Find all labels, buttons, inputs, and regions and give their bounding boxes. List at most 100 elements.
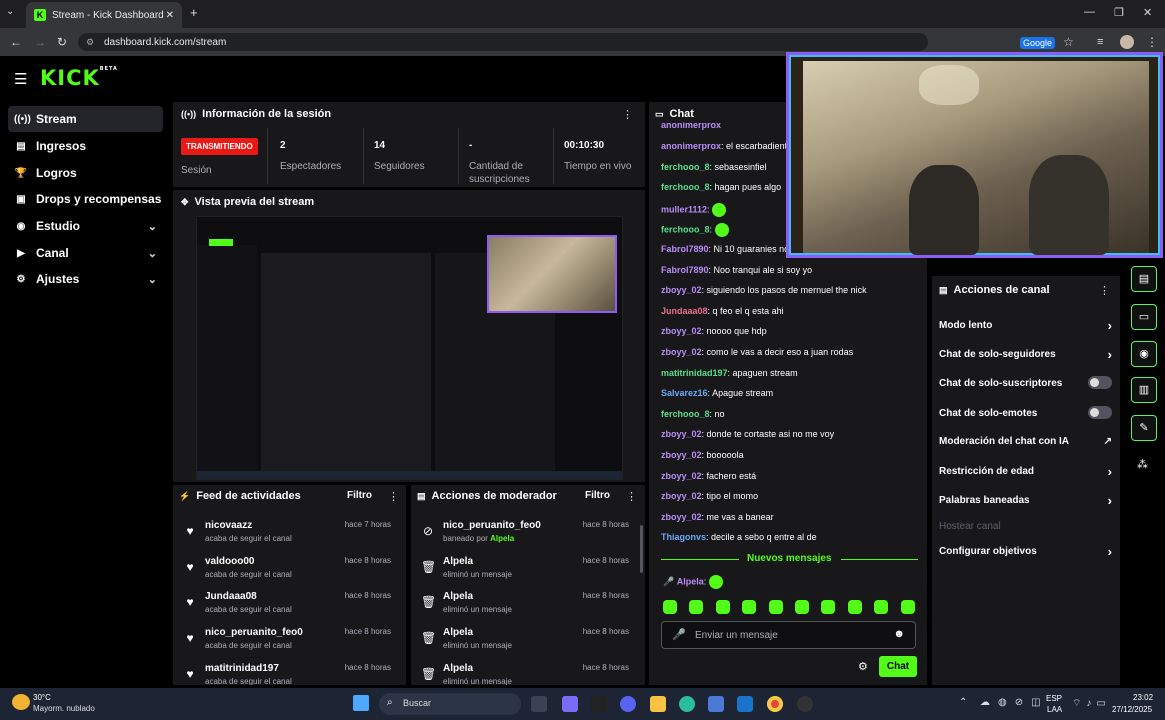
bookmark-star-icon[interactable]: ☆ <box>1063 35 1074 49</box>
chat-message[interactable]: anonimerprox: el escarbadiente <box>661 141 792 151</box>
chat-message[interactable]: anonimerprox <box>661 122 721 130</box>
close-window-button[interactable]: ✕ <box>1143 6 1152 19</box>
chat-username[interactable]: zboyy_02 <box>661 471 702 481</box>
action-subscribers-only[interactable]: Chat de solo-suscriptores <box>939 376 1114 389</box>
microphone-icon[interactable]: 🎤 <box>672 628 686 641</box>
chat-message[interactable]: Salvarez16: Apague stream <box>661 388 773 398</box>
chat-username[interactable]: Fabrol7890 <box>661 265 709 275</box>
outlook-icon[interactable] <box>737 696 753 712</box>
new-messages-divider[interactable]: Nuevos mensajes <box>661 553 918 565</box>
action-configure-goals[interactable]: Configurar objetivos › <box>939 544 1114 559</box>
edge-icon[interactable] <box>679 696 695 712</box>
list-item[interactable]: ⊘ nico_peruanito_feo0 baneado por Alpela ha… <box>411 520 639 556</box>
chat-message[interactable]: ferchooo_8: sebasesinfiel <box>661 162 767 172</box>
weather-icon[interactable] <box>12 694 30 710</box>
chat-message[interactable]: Fabrol7890: Noo tranqui ale si soy yo <box>661 265 812 275</box>
chat-message[interactable]: zboyy_02: como le vas a decir eso a juan… <box>661 347 853 357</box>
action-age-restriction[interactable]: Restricción de edad › <box>939 464 1114 479</box>
chat-username[interactable]: zboyy_02 <box>661 429 702 439</box>
chat-icon[interactable]: ▭ <box>1131 304 1157 330</box>
chat-message[interactable]: muller1112: <box>661 202 727 217</box>
discord-icon[interactable] <box>620 696 636 712</box>
chat-username[interactable]: zboyy_02 <box>661 450 702 460</box>
chat-username[interactable]: zboyy_02 <box>661 285 702 295</box>
weather-temp[interactable]: 30°C <box>33 693 51 702</box>
chat-username[interactable]: ferchooo_8 <box>661 162 710 172</box>
chat-settings-icon[interactable]: ⚙ <box>858 660 868 673</box>
url-field[interactable]: ⚙ dashboard.kick.com/stream <box>78 33 928 51</box>
moderator-menu-icon[interactable]: ⋮ <box>626 490 637 503</box>
list-item[interactable]: 🗑 Alpela eliminó un mensaje hace 8 horas <box>411 663 639 685</box>
start-button[interactable] <box>353 695 369 711</box>
language-secondary[interactable]: LAA <box>1047 705 1062 714</box>
emote-button[interactable] <box>847 600 862 614</box>
list-item[interactable]: 🗑 Alpela eliminó un mensaje hace 8 horas <box>411 556 639 592</box>
chat-username[interactable]: Thiagonvs <box>661 532 706 542</box>
chat-message[interactable]: zboyy_02: me vas a banear <box>661 512 774 522</box>
action-ai-moderation[interactable]: Moderación del chat con IA ↗ <box>939 436 1114 447</box>
moderator-filter-button[interactable]: Filtro <box>585 490 610 501</box>
broadcast-icon[interactable]: ◉ <box>1131 341 1157 367</box>
sidebar-item-stream[interactable]: ((•)) Stream <box>8 106 163 132</box>
chat-message[interactable]: zboyy_02: donde te cortaste asi no me vo… <box>661 429 834 439</box>
chat-username[interactable]: muller1112 <box>661 204 707 214</box>
reload-button[interactable]: ↻ <box>57 35 67 49</box>
chat-message[interactable]: zboyy_02: fachero está <box>661 471 756 481</box>
list-item[interactable]: 🗑 Alpela eliminó un mensaje hace 8 horas <box>411 627 639 663</box>
close-tab-icon[interactable]: ✕ <box>166 10 174 21</box>
emote-button[interactable] <box>663 600 677 614</box>
tab-list-button[interactable]: ⌄ <box>6 6 14 17</box>
activity-filter-button[interactable]: Filtro <box>347 490 372 501</box>
emote-button[interactable] <box>715 600 730 614</box>
sidebar-item-logros[interactable]: 🏆 Logros <box>8 160 163 186</box>
emote-button[interactable] <box>689 600 704 614</box>
chat-username[interactable]: Fabrol7890 <box>661 244 709 254</box>
list-item[interactable]: ♥ Jundaaa08 acaba de seguir el canal hace 8… <box>173 591 401 627</box>
forward-button[interactable]: → <box>34 35 46 49</box>
emote-button[interactable] <box>768 600 783 614</box>
epic-games-icon[interactable] <box>591 696 607 712</box>
profile-avatar[interactable] <box>1120 35 1134 49</box>
chat-message[interactable]: zboyy_02: booooola <box>661 450 744 460</box>
taskview-icon[interactable] <box>531 696 547 712</box>
action-emotes-only[interactable]: Chat de solo-emotes <box>939 406 1114 419</box>
stream-preview-video[interactable] <box>196 216 623 480</box>
chat-username[interactable]: ferchooo_8 <box>661 225 710 235</box>
chat-message[interactable]: ferchooo_8: <box>661 223 729 238</box>
clock-date[interactable]: 27/12/2025 <box>1112 705 1152 714</box>
store-icon[interactable] <box>708 696 724 712</box>
action-followers-only[interactable]: Chat de solo-seguidores › <box>939 347 1114 362</box>
chat-message[interactable]: Thiagonvs: decile a sebo q entre al de <box>661 532 817 542</box>
emote-button[interactable] <box>874 600 889 614</box>
sidebar-item-canal[interactable]: ▶ Canal ⌄ <box>8 240 163 266</box>
chat-message[interactable]: Fabrol7890: Ni 10 guaranies nos <box>661 244 794 254</box>
kick-logo[interactable]: KICKBETA <box>40 66 118 90</box>
sidebar-item-estudio[interactable]: ◉ Estudio ⌄ <box>8 213 163 239</box>
sidebar-item-ingresos[interactable]: ▤ Ingresos <box>8 133 163 159</box>
back-button[interactable]: ← <box>10 35 22 49</box>
chat-message[interactable]: 🎤 Alpela: <box>663 575 723 589</box>
emote-button[interactable] <box>821 600 836 614</box>
action-slow-mode[interactable]: Modo lento › <box>939 318 1114 333</box>
chat-message[interactable]: Jundaaa08: q feo el q esta ahi <box>661 306 784 316</box>
add-widget-icon[interactable]: ⁂ <box>1137 458 1148 471</box>
new-tab-button[interactable]: + <box>190 5 198 20</box>
chat-username[interactable]: ferchooo_8 <box>661 409 710 419</box>
hamburger-menu-icon[interactable]: ☰ <box>14 70 27 88</box>
tray-icons[interactable]: ☁◍⊘◫ <box>980 697 1049 708</box>
chat-username[interactable]: matitrinidad197 <box>661 368 728 378</box>
clock-time[interactable]: 23:02 <box>1133 693 1153 702</box>
emote-button[interactable] <box>742 600 757 614</box>
tray-chevron-icon[interactable]: ⌃ <box>959 697 967 708</box>
chat-message[interactable]: ferchooo_8: no <box>661 409 725 419</box>
channel-actions-menu-icon[interactable]: ⋮ <box>1099 284 1110 297</box>
chat-username[interactable]: zboyy_02 <box>661 326 702 336</box>
emote-button[interactable] <box>900 600 915 614</box>
list-item[interactable]: ♥ matitrinidad197 acaba de seguir el canal… <box>173 663 401 685</box>
minimize-button[interactable]: — <box>1084 6 1095 18</box>
chat-message[interactable]: zboyy_02: siguiendo los pasos de mernuel… <box>661 285 867 295</box>
obs-icon[interactable] <box>797 696 813 712</box>
network-volume-icons[interactable]: ⌔♪▭ <box>1072 697 1111 710</box>
subscribers-only-toggle[interactable] <box>1088 376 1112 389</box>
chrome-icon[interactable] <box>767 696 783 712</box>
